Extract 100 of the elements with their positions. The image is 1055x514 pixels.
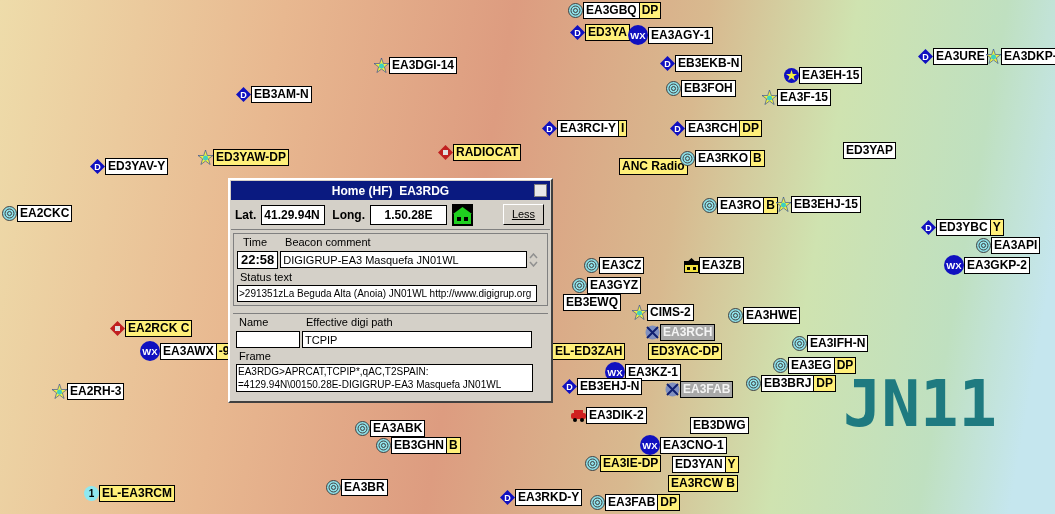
station-label[interactable]: EA3CNO-1 [660,436,727,454]
station-label[interactable]: ED3YAW-DP [213,149,289,166]
station-label[interactable]: EA2CKC [17,205,73,222]
station-label[interactable]: EA3RKO B [695,150,765,167]
rings-icon [2,206,17,221]
station-label[interactable]: CIMS-2 [647,304,694,321]
crossed-circle-icon [645,325,660,340]
star-icon [762,90,777,105]
rings-icon [976,238,991,253]
station-label[interactable]: EB3EWQ [563,294,621,311]
station-label[interactable]: EA3F-15 [777,89,832,106]
station-label[interactable]: EA3DGI-14 [389,57,458,74]
star-icon [52,384,67,399]
station-label[interactable]: EA3GBQ DP [583,2,662,19]
station-label[interactable]: EA3AGY-1 [648,26,714,44]
rings-icon [355,421,370,436]
digipeater-icon: D [236,87,251,102]
station-label[interactable]: EA3HWE [743,307,801,324]
rings-icon [590,495,605,510]
rings-icon [585,456,600,471]
frame-label: Frame [239,348,272,364]
rings-icon [572,278,587,293]
rings-icon [326,480,341,495]
digipeater-icon: D [90,159,105,174]
station-label[interactable]: ED3YAP [843,142,896,159]
car-icon [571,408,586,423]
station-label[interactable]: ANC Radio [619,158,688,175]
less-button[interactable]: Less [503,204,544,225]
station-label[interactable]: EA3ABK [370,420,426,437]
rings-icon [746,376,761,391]
station-label[interactable]: EA3RKD-Y [515,489,583,506]
station-label[interactable]: EA2RCK C [125,320,193,337]
station-label[interactable]: EA3RCH DP [685,120,762,137]
station-label[interactable]: EA2RH-3 [67,383,125,400]
station-label[interactable]: EB3AM-N [251,86,312,103]
station-label[interactable]: EB3EHJ-N [577,378,643,395]
station-label[interactable]: EA3IE-DP [600,455,662,472]
digipeater-icon: D [660,56,675,71]
scroll-arrows-icon [529,252,539,267]
station-label[interactable]: EL-ED3ZAH [552,343,626,360]
station-label[interactable]: ED3YA [585,24,630,41]
station-label[interactable]: ED3YAV-Y [105,158,169,175]
station-label[interactable]: EA3URE [933,48,988,65]
station-label[interactable]: EB3BRJ DP [761,375,837,392]
diamond-icon [110,321,125,336]
station-label[interactable]: EA3KZ-1 [625,363,681,381]
digipeater-icon: D [500,490,515,505]
station-label[interactable]: EB3DWG [690,417,749,434]
station-label[interactable]: EB3FOH [681,80,736,97]
long-label: Long. [332,206,365,224]
station-label[interactable]: ED3YAC-DP [648,343,723,360]
digipeater-icon: D [921,220,936,235]
path-field[interactable]: TCPIP [302,330,532,348]
station-label[interactable]: EA3EG DP [788,357,857,374]
digipeater-icon: D [670,121,685,136]
star-icon [986,49,1001,64]
rings-icon [666,81,681,96]
name-field[interactable] [236,330,300,348]
long-field: 1.50.28E [370,204,447,225]
station-label[interactable]: ED3YAN Y [672,456,739,473]
station-label[interactable]: EA3BR [341,479,388,496]
weather-icon: WX [140,341,160,361]
status-label: Status text [240,269,293,285]
beacon-label: Beacon comment [285,235,371,250]
grid-label: JN11 [843,372,998,436]
station-label[interactable]: EA3GYZ [587,277,641,294]
star-icon [632,305,647,320]
station-label[interactable]: EB3EHJ-15 [791,196,862,213]
station-label[interactable]: EA3GKP-2 [964,256,1031,274]
station-label[interactable]: EA3RCW B [668,475,738,492]
beacon-field: DIGIGRUP-EA3 Masquefa JN01WL [280,251,528,268]
rings-icon [792,336,807,351]
digipeater-icon: D [918,49,933,64]
rings-icon [773,358,788,373]
station-label[interactable]: EL-EA3RCM [99,485,175,502]
station-label[interactable]: EA3RO B [717,197,778,214]
lat-field: 41.29.94N [261,204,326,225]
time-field: 22:58 [237,250,279,269]
digipeater-icon: D [542,121,557,136]
station-label[interactable]: EA3API [991,237,1041,254]
station-label[interactable]: EA3EH-15 [799,67,863,84]
station-label[interactable]: EA3FAB DP [605,494,680,511]
station-label[interactable]: EA3DIK-2 [586,407,647,424]
station-label[interactable]: EA3ZB [699,257,745,274]
frame-field: EA3RDG>APRCAT,TCPIP*,qAC,T2SPAIN: =4129.94N\00150.28E-DIGIGRUP-EA3 Masquefa JN01WL [236,364,533,392]
number-icon: 1 [84,486,99,501]
maximize-button[interactable] [534,184,547,197]
station-label[interactable]: EA3CZ [599,257,645,274]
star-icon [198,150,213,165]
station-label[interactable]: EB3GHN B [391,437,461,454]
weather-icon: WX [628,25,648,45]
station-label[interactable]: EA3IFH-N [807,335,869,352]
time-label: Time [243,235,268,250]
crossed-circle-icon [665,382,680,397]
rings-icon [568,3,583,18]
station-label[interactable]: RADIOCAT [453,144,522,161]
station-label[interactable]: ED3YBC Y [936,219,1004,236]
station-label[interactable]: EB3EKB-N [675,55,743,72]
station-label[interactable]: EA3RCI-Y I [557,120,628,137]
name-label: Name [239,315,270,330]
